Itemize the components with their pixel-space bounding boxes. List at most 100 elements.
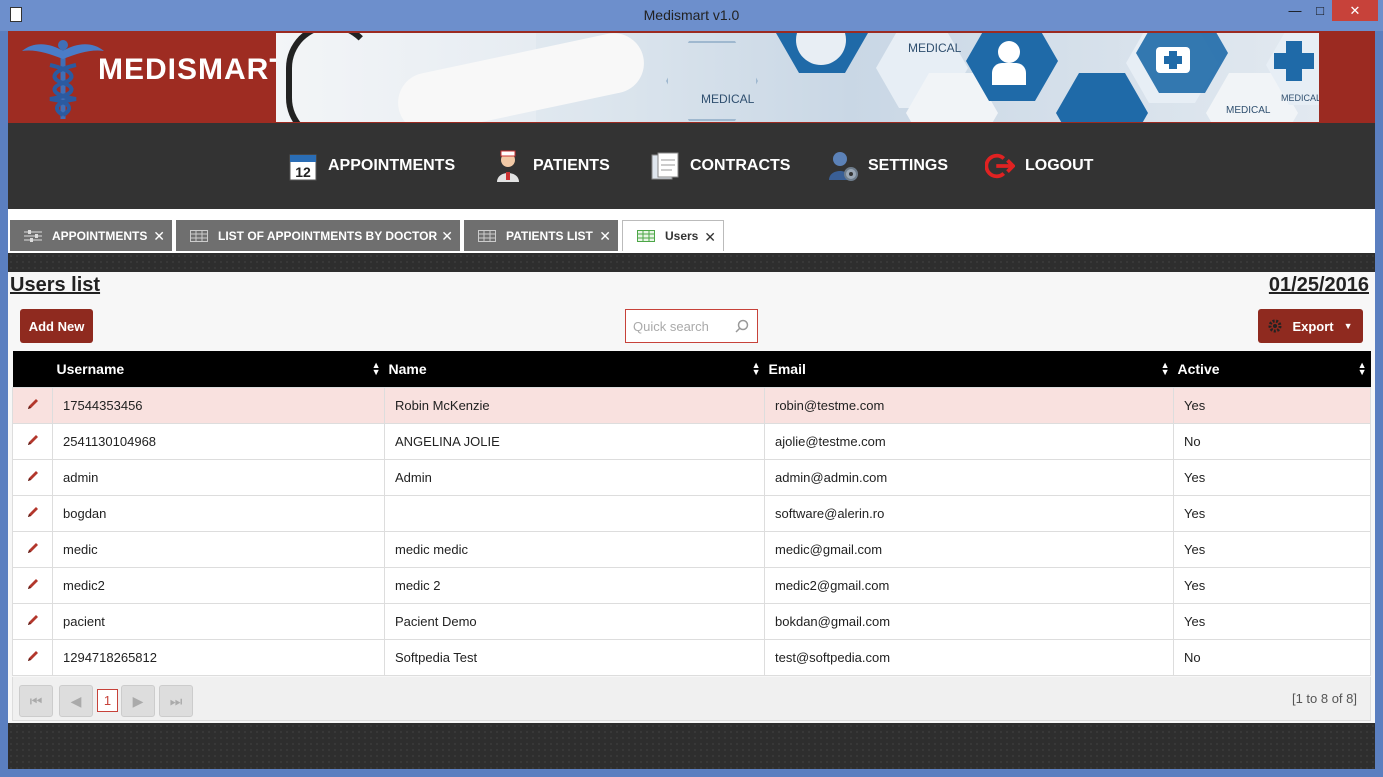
cell-email: admin@admin.com	[764, 458, 1174, 496]
edit-cell	[12, 458, 53, 496]
caduceus-icon	[22, 40, 104, 119]
edit-column-header	[12, 351, 53, 387]
edit-cell	[12, 386, 53, 424]
table-row[interactable]: 1294718265812 Softpedia Test test@softpedi…	[12, 638, 1371, 676]
search-placeholder: Quick search	[633, 319, 709, 334]
cell-username: 17544353456	[52, 386, 385, 424]
prev-page-button[interactable]: ◀	[59, 685, 93, 717]
grid-icon	[190, 229, 208, 242]
sort-icon[interactable]: ▲ ▼	[372, 361, 381, 377]
brand-name: MEDISMART	[98, 53, 289, 86]
pencil-icon[interactable]	[26, 541, 40, 555]
column-header-name[interactable]: Name ▲ ▼	[384, 351, 765, 387]
tab-appointments-by-doctor[interactable]: LIST OF APPOINTMENTS BY DOCTOR ✕	[176, 220, 460, 251]
nav-appointments[interactable]: 12 APPOINTMENTS	[288, 123, 455, 209]
last-page-button[interactable]: ⏭	[159, 685, 193, 717]
pencil-icon[interactable]	[26, 397, 40, 411]
cell-name: medic 2	[384, 566, 765, 604]
banner-label-medical-2: MEDICAL	[908, 41, 962, 55]
close-icon[interactable]: ✕	[153, 228, 165, 245]
tab-appointments-label: APPOINTMENTS	[52, 228, 148, 243]
logo: MEDISMART	[8, 31, 288, 123]
current-page-button[interactable]: 1	[97, 689, 118, 712]
banner-label-medical-4: MEDICAL	[1281, 93, 1319, 103]
sort-icon[interactable]: ▲ ▼	[1358, 361, 1367, 377]
cell-name	[384, 494, 765, 532]
table-row[interactable]: pacient Pacient Demo bokdan@gmail.com Yes	[12, 602, 1371, 640]
user-gear-icon	[828, 150, 858, 182]
pencil-icon[interactable]	[26, 613, 40, 627]
table-row[interactable]: bogdan software@alerin.ro Yes	[12, 494, 1371, 532]
pencil-icon[interactable]	[26, 433, 40, 447]
users-panel: Users list 01/25/2016 Add New Quick sear…	[8, 272, 1375, 723]
export-label: Export	[1292, 318, 1334, 334]
cell-username: medic2	[52, 566, 385, 604]
table-row[interactable]: 2541130104968 ANGELINA JOLIE ajolie@testme…	[12, 422, 1371, 460]
first-page-button[interactable]: ⏮	[19, 685, 53, 717]
cell-email: robin@testme.com	[764, 386, 1174, 424]
minimize-button[interactable]: —	[1282, 0, 1308, 21]
nav-contracts[interactable]: CONTRACTS	[650, 123, 790, 209]
nav-contracts-label: CONTRACTS	[690, 157, 791, 174]
search-input[interactable]: Quick search	[625, 309, 758, 343]
nav-logout-label: LOGOUT	[1025, 157, 1094, 174]
cell-active: Yes	[1173, 386, 1371, 424]
chevron-down-icon: ▼	[1343, 321, 1353, 331]
table-row[interactable]: admin Admin admin@admin.com Yes	[12, 458, 1371, 496]
page-title: Users list	[10, 274, 101, 296]
banner-label-medical-3: MEDICAL	[1226, 105, 1271, 116]
column-name-label: Name	[388, 360, 427, 377]
cell-name: Robin McKenzie	[384, 386, 765, 424]
cell-email: test@softpedia.com	[764, 638, 1174, 676]
column-username-label: Username	[56, 360, 125, 377]
logout-icon	[985, 150, 1015, 182]
nurse-icon	[493, 150, 523, 182]
next-page-button[interactable]: ▶	[121, 685, 155, 717]
cell-username: 1294718265812	[52, 638, 385, 676]
column-header-username[interactable]: Username ▲ ▼	[52, 351, 385, 387]
close-icon[interactable]: ✕	[441, 228, 453, 245]
banner-image: MEDICAL MEDICAL MEDICAL MEDICAL	[276, 33, 1319, 122]
gear-icon	[1268, 319, 1282, 333]
close-icon[interactable]: ✕	[704, 229, 716, 246]
cell-email: ajolie@testme.com	[764, 422, 1174, 460]
table-row[interactable]: 17544353456 Robin McKenzie robin@testme.co…	[12, 386, 1371, 424]
nav-settings[interactable]: SETTINGS	[828, 123, 948, 209]
export-button[interactable]: Export ▼	[1258, 309, 1363, 343]
tab-patients-list[interactable]: PATIENTS LIST ✕	[464, 220, 618, 251]
close-icon[interactable]: ✕	[599, 228, 611, 245]
sort-icon[interactable]: ▲ ▼	[1161, 361, 1170, 377]
grid-icon	[478, 229, 496, 242]
close-window-button[interactable]: ✕	[1332, 0, 1378, 21]
cell-username: admin	[52, 458, 385, 496]
pagination: ⏮ ◀ 1 ▶ ⏭ [1 to 8 of 8]	[12, 677, 1371, 721]
contracts-icon	[650, 150, 680, 182]
add-new-button[interactable]: Add New	[20, 309, 93, 343]
search-icon	[735, 319, 749, 333]
app-client-area: MEDISMART MEDICAL MEDICAL MEDICAL MEDICA…	[8, 31, 1375, 769]
edit-cell	[12, 638, 53, 676]
cell-username: pacient	[52, 602, 385, 640]
tab-users-label: Users	[665, 229, 699, 243]
pencil-icon[interactable]	[26, 577, 40, 591]
tab-appointments[interactable]: APPOINTMENTS ✕	[10, 220, 172, 251]
pencil-icon[interactable]	[26, 505, 40, 519]
cell-username: 2541130104968	[52, 422, 385, 460]
column-header-email[interactable]: Email ▲ ▼	[764, 351, 1174, 387]
page-date: 01/25/2016	[1268, 274, 1369, 296]
cell-email: bokdan@gmail.com	[764, 602, 1174, 640]
pencil-icon[interactable]	[26, 469, 40, 483]
tab-patients-list-label: PATIENTS LIST	[506, 228, 593, 243]
grid-icon	[637, 230, 655, 242]
table-row[interactable]: medic2 medic 2 medic2@gmail.com Yes	[12, 566, 1371, 604]
nav-logout[interactable]: LOGOUT	[985, 123, 1093, 209]
table-row[interactable]: medic medic medic medic@gmail.com Yes	[12, 530, 1371, 568]
column-active-label: Active	[1177, 360, 1220, 377]
nav-patients[interactable]: PATIENTS	[493, 123, 610, 209]
pencil-icon[interactable]	[26, 649, 40, 663]
column-header-active[interactable]: Active ▲ ▼	[1173, 351, 1371, 387]
sort-icon[interactable]: ▲ ▼	[752, 361, 761, 377]
maximize-button[interactable]: □	[1308, 0, 1332, 21]
tab-users[interactable]: Users ✕	[622, 220, 724, 251]
nav-appointments-label: APPOINTMENTS	[328, 157, 456, 174]
